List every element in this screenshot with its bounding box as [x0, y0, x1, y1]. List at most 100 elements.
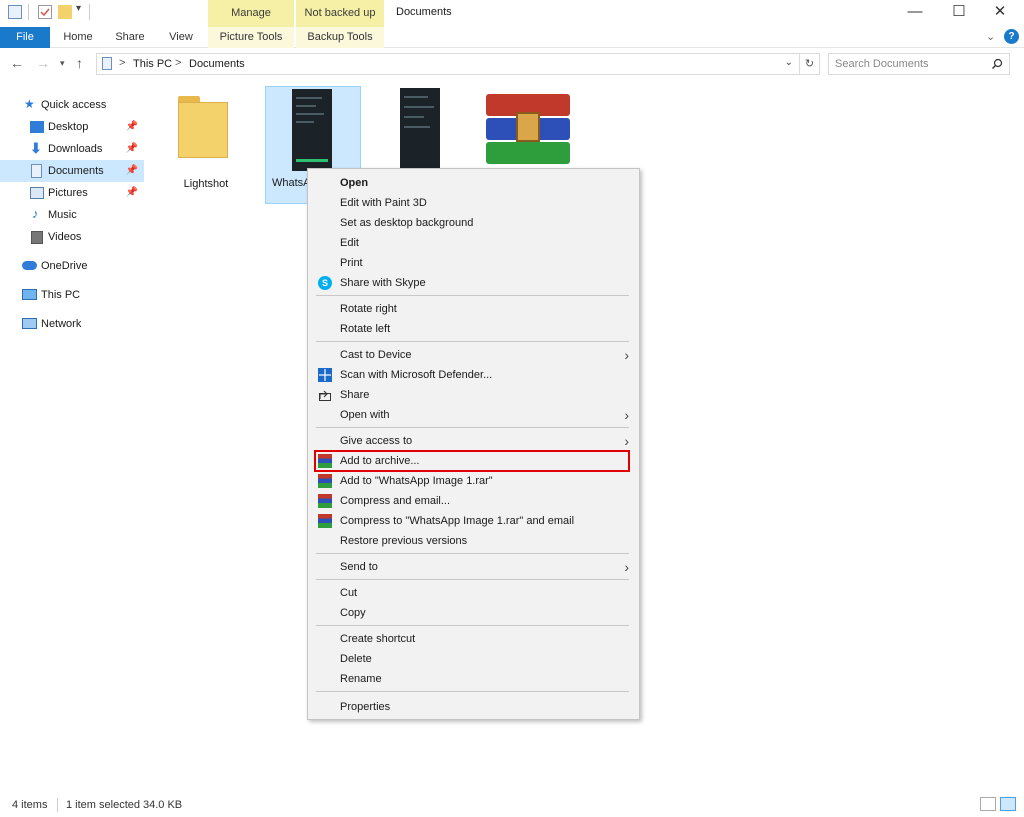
pin-icon[interactable]: 📌	[126, 182, 138, 204]
expand-ribbon-icon[interactable]: ⌄	[986, 30, 995, 43]
selection-count: 1 item selected	[66, 799, 140, 811]
properties-icon[interactable]	[8, 5, 22, 19]
context-tab-manage[interactable]: Manage	[208, 0, 294, 27]
recent-locations-icon[interactable]: ▾	[60, 58, 65, 69]
menu-item-rename[interactable]: Rename	[310, 669, 637, 689]
up-arrow-icon[interactable]: ↑	[76, 55, 83, 71]
minimize-button[interactable]: —	[893, 0, 937, 26]
sidebar-item-onedrive[interactable]: OneDrive	[0, 255, 144, 277]
music-icon: ♪	[32, 206, 39, 221]
menu-separator	[316, 427, 629, 428]
sidebar-item-label: OneDrive	[41, 260, 88, 272]
menu-item-send-to[interactable]: Send to ›	[310, 557, 637, 577]
file-item[interactable]: Lightshot	[158, 86, 254, 196]
menu-separator	[316, 553, 629, 554]
back-arrow-icon[interactable]: ←	[10, 55, 24, 71]
image-thumbnail-icon	[400, 88, 440, 170]
menu-item-print[interactable]: Print	[310, 253, 637, 273]
menu-item-rotate-right[interactable]: Rotate right	[310, 299, 637, 319]
sidebar-item-this-pc[interactable]: This PC	[0, 284, 144, 306]
sidebar-item-network[interactable]: Network	[0, 313, 144, 335]
document-icon	[31, 164, 42, 178]
breadcrumb-documents[interactable]: Documents	[189, 58, 245, 70]
tab-file[interactable]: File	[0, 27, 50, 48]
context-menu: Open Edit with Paint 3D Set as desktop b…	[307, 168, 640, 720]
sidebar-item-documents[interactable]: Documents 📌	[0, 160, 144, 182]
address-dropdown-icon[interactable]: ⌄	[785, 57, 793, 68]
close-button[interactable]: ✕	[978, 0, 1022, 26]
menu-item-copy[interactable]: Copy	[310, 603, 637, 623]
sidebar-item-music[interactable]: ♪ Music	[0, 204, 144, 226]
refresh-button[interactable]: ↻	[800, 53, 820, 75]
winrar-icon	[318, 474, 332, 488]
maximize-button[interactable]: ☐	[937, 0, 981, 26]
menu-item-share-skype[interactable]: S Share with Skype	[310, 273, 637, 293]
menu-item-cast-to-device[interactable]: Cast to Device ›	[310, 345, 637, 365]
sidebar-item-downloads[interactable]: ⬇ Downloads 📌	[0, 138, 144, 160]
computer-icon	[22, 289, 37, 300]
sidebar-item-quick-access[interactable]: ★ Quick access	[0, 94, 144, 116]
breadcrumb-separator: >	[119, 57, 126, 69]
menu-item-properties[interactable]: Properties	[310, 697, 637, 717]
desktop-icon	[30, 121, 44, 133]
pin-icon[interactable]: 📌	[126, 116, 138, 138]
pin-icon[interactable]: 📌	[126, 160, 138, 182]
menu-item-restore-previous[interactable]: Restore previous versions	[310, 531, 637, 551]
tab-backup-tools[interactable]: Backup Tools	[296, 27, 384, 48]
menu-item-delete[interactable]: Delete	[310, 649, 637, 669]
winrar-icon	[486, 94, 570, 166]
menu-item-rotate-left[interactable]: Rotate left	[310, 319, 637, 339]
menu-item-add-to-rar[interactable]: Add to "WhatsApp Image 1.rar"	[310, 471, 637, 491]
sidebar-item-videos[interactable]: Videos	[0, 226, 144, 248]
menu-item-edit-paint3d[interactable]: Edit with Paint 3D	[310, 193, 637, 213]
menu-item-compress-email[interactable]: Compress and email...	[310, 491, 637, 511]
menu-item-give-access[interactable]: Give access to ›	[310, 431, 637, 451]
divider	[28, 4, 29, 20]
sidebar-item-label: Pictures	[48, 187, 88, 199]
window-title: Documents	[396, 6, 452, 18]
tab-home[interactable]: Home	[56, 27, 100, 48]
menu-item-open-with[interactable]: Open with ›	[310, 405, 637, 425]
video-icon	[31, 231, 43, 244]
menu-item-share[interactable]: Share	[310, 385, 637, 405]
status-bar: 4 items 1 item selected 34.0 KB	[0, 796, 1024, 817]
customize-qat-icon[interactable]: ▾	[76, 3, 81, 14]
tab-picture-tools[interactable]: Picture Tools	[208, 27, 294, 48]
menu-separator	[316, 691, 629, 692]
menu-item-edit[interactable]: Edit	[310, 233, 637, 253]
menu-item-compress-to-rar-email[interactable]: Compress to "WhatsApp Image 1.rar" and e…	[310, 511, 637, 531]
menu-separator	[316, 341, 629, 342]
context-tab-not-backed-up[interactable]: Not backed up	[296, 0, 384, 27]
sidebar-item-pictures[interactable]: Pictures 📌	[0, 182, 144, 204]
new-folder-icon[interactable]	[58, 5, 72, 19]
address-bar[interactable]: > This PC > Documents ⌄	[96, 53, 800, 75]
checkmark-icon[interactable]	[38, 5, 52, 19]
search-placeholder: Search Documents	[835, 58, 929, 70]
forward-arrow-icon[interactable]: →	[36, 55, 50, 71]
sidebar-item-label: Network	[41, 318, 82, 330]
pin-icon[interactable]: 📌	[126, 138, 138, 160]
menu-item-scan-defender[interactable]: Scan with Microsoft Defender...	[310, 365, 637, 385]
sidebar-item-label: Music	[48, 209, 77, 221]
tab-share[interactable]: Share	[108, 27, 152, 48]
help-icon[interactable]: ?	[1004, 29, 1019, 44]
ribbon-tabs: File Home Share View Picture Tools Backu…	[0, 27, 1024, 48]
network-icon	[22, 318, 37, 329]
menu-item-create-shortcut[interactable]: Create shortcut	[310, 629, 637, 649]
search-icon	[992, 58, 1003, 69]
sidebar-item-label: Videos	[48, 231, 82, 243]
submenu-arrow-icon: ›	[624, 559, 629, 575]
large-icons-view-icon[interactable]	[1000, 797, 1016, 811]
divider	[89, 4, 90, 20]
skype-icon: S	[318, 276, 332, 290]
breadcrumb-this-pc[interactable]: This PC	[133, 58, 172, 70]
breadcrumb-separator: >	[175, 57, 182, 69]
menu-item-cut[interactable]: Cut	[310, 583, 637, 603]
tab-view[interactable]: View	[160, 27, 202, 48]
sidebar-item-desktop[interactable]: Desktop 📌	[0, 116, 144, 138]
details-view-icon[interactable]	[980, 797, 996, 811]
search-input[interactable]: Search Documents	[828, 53, 1010, 75]
menu-item-set-desktop-background[interactable]: Set as desktop background	[310, 213, 637, 233]
menu-item-open[interactable]: Open	[310, 173, 637, 193]
picture-icon	[30, 187, 44, 199]
